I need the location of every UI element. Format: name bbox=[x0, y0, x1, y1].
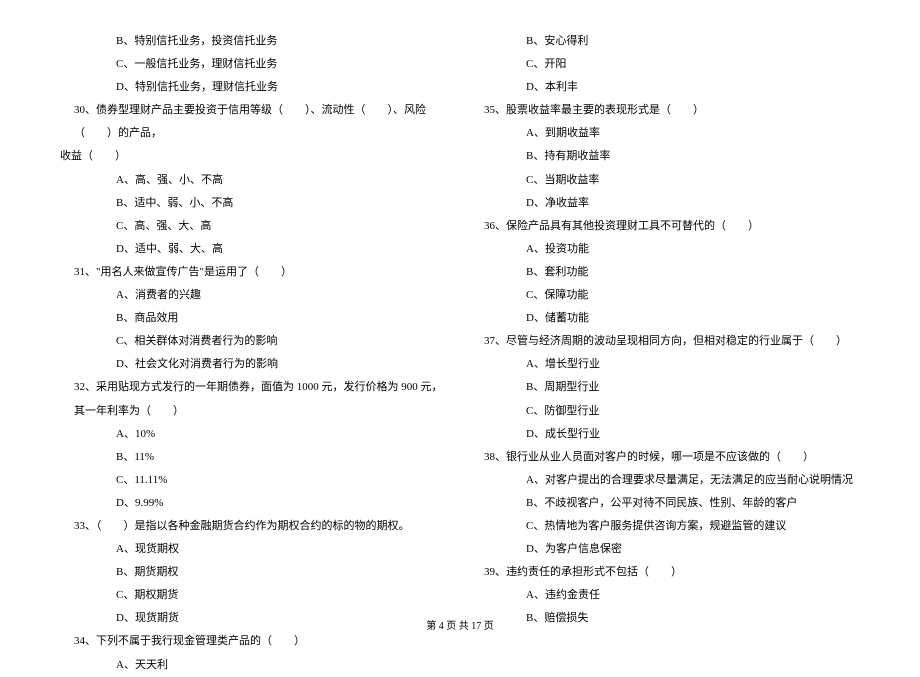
q38-option-a: A、对客户提出的合理要求尽量满足，无法满足的应当耐心说明情况 bbox=[470, 469, 860, 492]
q34-prompt: 34、下列不属于我行现金管理类产品的（ ） bbox=[60, 630, 450, 653]
q35-option-d: D、净收益率 bbox=[470, 192, 860, 215]
right-column: B、安心得利 C、开阳 D、本利丰 35、股票收益率最主要的表现形式是（ ） A… bbox=[470, 30, 860, 677]
q37-prompt: 37、尽管与经济周期的波动呈现相同方向，但相对稳定的行业属于（ ） bbox=[470, 330, 860, 353]
q37-option-b: B、周期型行业 bbox=[470, 376, 860, 399]
q31-option-b: B、商品效用 bbox=[60, 307, 450, 330]
q33-prompt: 33、（ ）是指以各种金融期货合约作为期权合约的标的物的期权。 bbox=[60, 515, 450, 538]
q37-option-d: D、成长型行业 bbox=[470, 423, 860, 446]
q36-option-d: D、储蓄功能 bbox=[470, 307, 860, 330]
q32-option-c: C、11.11% bbox=[60, 469, 450, 492]
q30-option-a: A、高、强、小、不高 bbox=[60, 169, 450, 192]
q35-option-c: C、当期收益率 bbox=[470, 169, 860, 192]
q36-option-b: B、套利功能 bbox=[470, 261, 860, 284]
q34-option-a: A、天天利 bbox=[60, 654, 450, 677]
q35-option-a: A、到期收益率 bbox=[470, 122, 860, 145]
q32-option-b: B、11% bbox=[60, 446, 450, 469]
q32-option-d: D、9.99% bbox=[60, 492, 450, 515]
q29-option-d: D、特别信托业务，理财信托业务 bbox=[60, 76, 450, 99]
q33-option-c: C、期权期货 bbox=[60, 584, 450, 607]
q35-prompt: 35、股票收益率最主要的表现形式是（ ） bbox=[470, 99, 860, 122]
q30-prompt-line2: 收益（ ） bbox=[60, 145, 450, 168]
q31-option-c: C、相关群体对消费者行为的影响 bbox=[60, 330, 450, 353]
q31-option-d: D、社会文化对消费者行为的影响 bbox=[60, 353, 450, 376]
page-content: B、特别信托业务，投资信托业务 C、一般信托业务，理财信托业务 D、特别信托业务… bbox=[60, 30, 860, 677]
q32-option-a: A、10% bbox=[60, 423, 450, 446]
q38-option-d: D、为客户信息保密 bbox=[470, 538, 860, 561]
q36-prompt: 36、保险产品具有其他投资理财工具不可替代的（ ） bbox=[470, 215, 860, 238]
q37-option-a: A、增长型行业 bbox=[470, 353, 860, 376]
q36-option-a: A、投资功能 bbox=[470, 238, 860, 261]
q31-prompt: 31、"用名人来做宣传广告"是运用了（ ） bbox=[60, 261, 450, 284]
left-column: B、特别信托业务，投资信托业务 C、一般信托业务，理财信托业务 D、特别信托业务… bbox=[60, 30, 450, 677]
q29-option-c: C、一般信托业务，理财信托业务 bbox=[60, 53, 450, 76]
q37-option-c: C、防御型行业 bbox=[470, 400, 860, 423]
q29-option-b: B、特别信托业务，投资信托业务 bbox=[60, 30, 450, 53]
q34-option-d: D、本利丰 bbox=[470, 76, 860, 99]
q32-prompt: 32、采用贴现方式发行的一年期债券，面值为 1000 元，发行价格为 900 元… bbox=[60, 376, 450, 422]
q35-option-b: B、持有期收益率 bbox=[470, 145, 860, 168]
q30-prompt-line1: 30、债券型理财产品主要投资于信用等级（ ）、流动性（ ）、风险（ ）的产品， bbox=[60, 99, 450, 145]
q39-option-a: A、违约金责任 bbox=[470, 584, 860, 607]
q30-option-c: C、高、强、大、高 bbox=[60, 215, 450, 238]
q38-option-b: B、不歧视客户，公平对待不同民族、性别、年龄的客户 bbox=[470, 492, 860, 515]
q33-option-a: A、现货期权 bbox=[60, 538, 450, 561]
q34-option-c: C、开阳 bbox=[470, 53, 860, 76]
page-footer: 第 4 页 共 17 页 bbox=[0, 617, 920, 632]
q30-option-b: B、适中、弱、小、不高 bbox=[60, 192, 450, 215]
q36-option-c: C、保障功能 bbox=[470, 284, 860, 307]
q34-option-b: B、安心得利 bbox=[470, 30, 860, 53]
q33-option-b: B、期货期权 bbox=[60, 561, 450, 584]
q38-prompt: 38、银行业从业人员面对客户的时候，哪一项是不应该做的（ ） bbox=[470, 446, 860, 469]
q38-option-c: C、热情地为客户服务提供咨询方案，规避监管的建议 bbox=[470, 515, 860, 538]
q30-option-d: D、适中、弱、大、高 bbox=[60, 238, 450, 261]
q39-prompt: 39、违约责任的承担形式不包括（ ） bbox=[470, 561, 860, 584]
q31-option-a: A、消费者的兴趣 bbox=[60, 284, 450, 307]
